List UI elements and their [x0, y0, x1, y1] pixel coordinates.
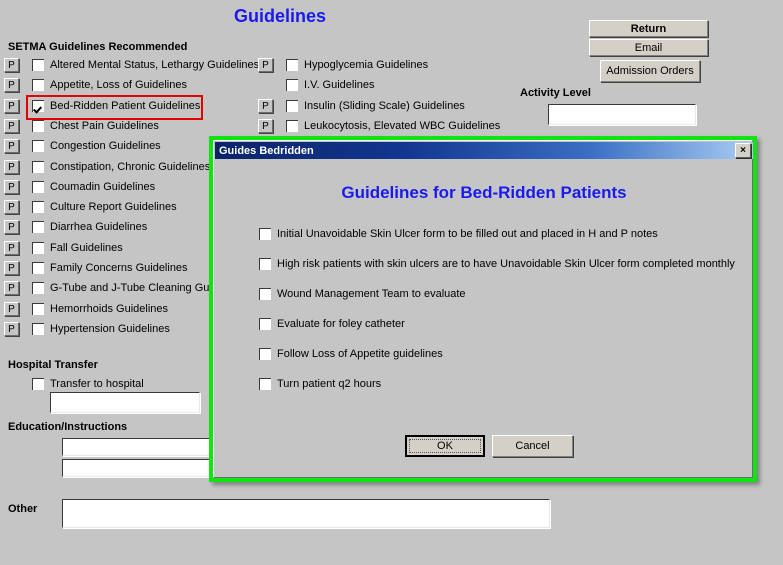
guideline-checkbox-left-7[interactable]	[32, 201, 44, 213]
print-button-left-7[interactable]: P	[4, 200, 19, 214]
guideline-label-left-3: Chest Pain Guidelines	[50, 120, 159, 132]
education-instructions-label: Education/Instructions	[8, 421, 128, 433]
dialog-checkbox-3[interactable]	[259, 318, 271, 330]
email-button[interactable]: Email	[589, 39, 708, 56]
print-button-left-1[interactable]: P	[4, 78, 19, 92]
guideline-label-left-13: Hypertension Guidelines	[50, 323, 170, 335]
guidelines-form: Guidelines SETMA Guidelines Recommended …	[0, 0, 783, 565]
print-button-left-13[interactable]: P	[4, 322, 19, 336]
print-button-left-11[interactable]: P	[4, 281, 19, 295]
print-button-left-9[interactable]: P	[4, 241, 19, 255]
print-button-left-4[interactable]: P	[4, 139, 19, 153]
print-button-left-0[interactable]: P	[4, 58, 19, 72]
ok-button[interactable]: OK	[405, 435, 485, 457]
print-button-left-5[interactable]: P	[4, 160, 19, 174]
guideline-label-left-0: Altered Mental Status, Lethargy Guidelin…	[50, 59, 260, 71]
guideline-checkbox-right-1[interactable]	[286, 79, 298, 91]
print-button-left-12[interactable]: P	[4, 302, 19, 316]
guideline-checkbox-left-11[interactable]	[32, 282, 44, 294]
hospital-transfer-label: Hospital Transfer	[8, 359, 98, 371]
dialog-checkbox-1[interactable]	[259, 258, 271, 270]
guideline-checkbox-left-3[interactable]	[32, 120, 44, 132]
dialog-item-label-2: Wound Management Team to evaluate	[277, 288, 466, 300]
guideline-checkbox-left-8[interactable]	[32, 221, 44, 233]
transfer-to-hospital-checkbox[interactable]	[32, 378, 44, 390]
dialog-checkbox-0[interactable]	[259, 228, 271, 240]
other-input[interactable]	[62, 499, 550, 528]
print-button-left-2[interactable]: P	[4, 99, 19, 113]
dialog-checkbox-2[interactable]	[259, 288, 271, 300]
transfer-to-hospital-input[interactable]	[50, 392, 200, 413]
dialog-item-label-0: Initial Unavoidable Skin Ulcer form to b…	[277, 228, 658, 240]
print-button-left-3[interactable]: P	[4, 119, 19, 133]
guideline-label-left-1: Appetite, Loss of Guidelines	[50, 79, 187, 91]
setma-guidelines-recommended-label: SETMA Guidelines Recommended	[8, 41, 188, 53]
guideline-checkbox-right-2[interactable]	[286, 100, 298, 112]
guideline-checkbox-left-5[interactable]	[32, 161, 44, 173]
activity-level-input[interactable]	[548, 104, 696, 125]
guideline-checkbox-left-4[interactable]	[32, 140, 44, 152]
guideline-checkbox-left-13[interactable]	[32, 323, 44, 335]
guideline-label-right-2: Insulin (Sliding Scale) Guidelines	[304, 100, 465, 112]
cancel-button[interactable]: Cancel	[492, 435, 573, 457]
print-button-left-8[interactable]: P	[4, 220, 19, 234]
print-button-right-2[interactable]: P	[258, 99, 273, 113]
guideline-checkbox-right-3[interactable]	[286, 120, 298, 132]
page-title: Guidelines	[233, 6, 327, 26]
guideline-label-left-4: Congestion Guidelines	[50, 140, 161, 152]
guideline-checkbox-left-0[interactable]	[32, 59, 44, 71]
other-label: Other	[8, 503, 38, 515]
guides-bedridden-dialog: Guides Bedridden × Guidelines for Bed-Ri…	[209, 136, 757, 482]
education-instructions-input-2[interactable]	[62, 459, 210, 477]
guideline-label-left-2: Bed-Ridden Patient Guidelines	[50, 100, 201, 112]
guideline-label-left-5: Constipation, Chronic Guidelines	[50, 161, 211, 173]
guideline-checkbox-left-12[interactable]	[32, 303, 44, 315]
dialog-title-text: Guides Bedridden	[219, 144, 314, 157]
dialog-item-label-5: Turn patient q2 hours	[277, 378, 382, 390]
guideline-checkbox-left-10[interactable]	[32, 262, 44, 274]
guideline-checkbox-left-2[interactable]	[32, 100, 44, 112]
guideline-checkbox-left-9[interactable]	[32, 242, 44, 254]
dialog-heading: Guidelines for Bed-Ridden Patients	[341, 183, 627, 202]
dialog-item-label-1: High risk patients with skin ulcers are …	[277, 258, 735, 270]
guideline-label-right-1: I.V. Guidelines	[304, 79, 375, 91]
guideline-checkbox-left-1[interactable]	[32, 79, 44, 91]
guideline-label-left-6: Coumadin Guidelines	[50, 181, 156, 193]
education-instructions-input-1[interactable]	[62, 438, 210, 456]
guideline-label-left-7: Culture Report Guidelines	[50, 201, 177, 213]
guideline-label-right-0: Hypoglycemia Guidelines	[304, 59, 429, 71]
print-button-left-6[interactable]: P	[4, 180, 19, 194]
print-button-right-3[interactable]: P	[258, 119, 273, 133]
dialog-body: Guides Bedridden × Guidelines for Bed-Ri…	[213, 140, 753, 478]
dialog-checkbox-4[interactable]	[259, 348, 271, 360]
return-button[interactable]: Return	[589, 20, 708, 37]
close-icon[interactable]: ×	[735, 143, 751, 158]
dialog-item-label-3: Evaluate for foley catheter	[277, 318, 405, 330]
dialog-checkbox-5[interactable]	[259, 378, 271, 390]
print-button-right-0[interactable]: P	[258, 58, 273, 72]
admission-orders-button[interactable]: Admission Orders	[600, 60, 700, 82]
dialog-titlebar[interactable]: Guides Bedridden ×	[215, 142, 753, 159]
guideline-label-left-8: Diarrhea Guidelines	[50, 221, 148, 233]
guideline-label-right-3: Leukocytosis, Elevated WBC Guidelines	[304, 120, 501, 132]
transfer-to-hospital-label: Transfer to hospital	[50, 378, 144, 390]
guideline-checkbox-left-6[interactable]	[32, 181, 44, 193]
guideline-label-left-12: Hemorrhoids Guidelines	[50, 303, 168, 315]
guideline-checkbox-right-0[interactable]	[286, 59, 298, 71]
guideline-label-left-10: Family Concerns Guidelines	[50, 262, 188, 274]
dialog-item-label-4: Follow Loss of Appetite guidelines	[277, 348, 443, 360]
print-button-left-10[interactable]: P	[4, 261, 19, 275]
guideline-label-left-9: Fall Guidelines	[50, 242, 123, 254]
ok-button-label: OK	[409, 439, 481, 453]
activity-level-label: Activity Level	[520, 87, 591, 99]
